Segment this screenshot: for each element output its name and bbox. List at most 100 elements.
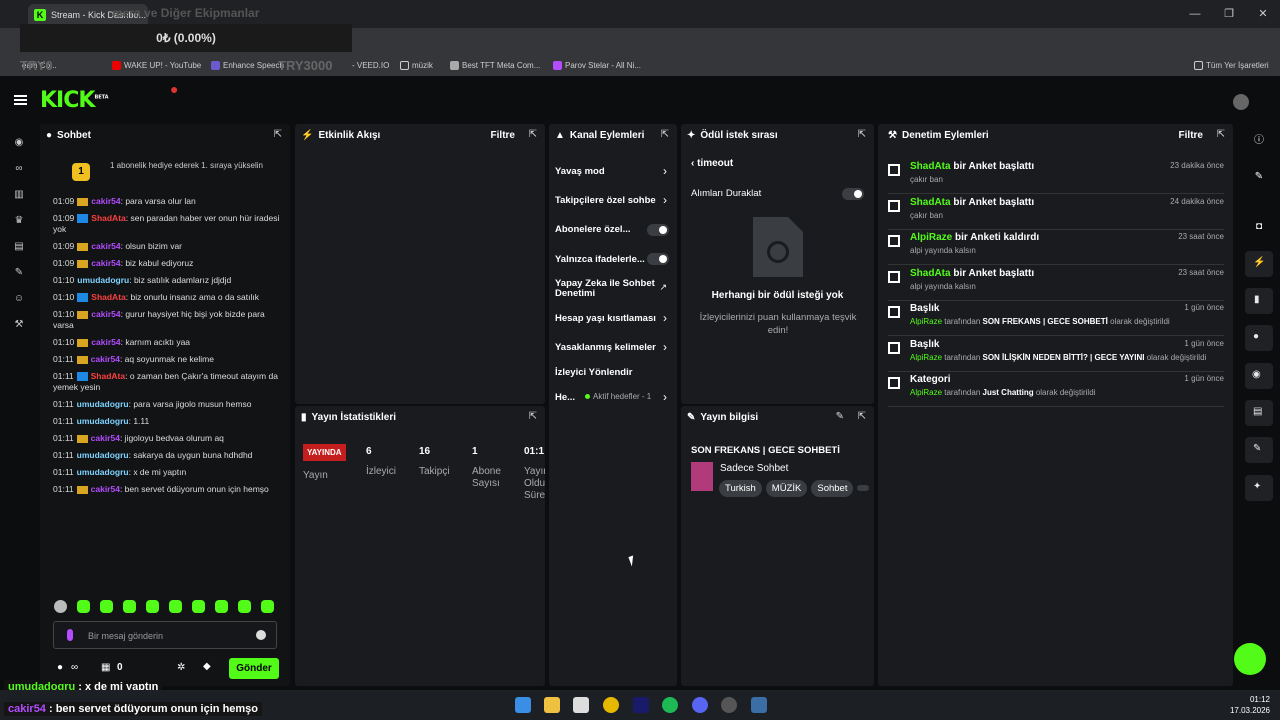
close-window-button[interactable]: ✕ xyxy=(1246,0,1280,28)
bookmark-item[interactable]: Enhance Speech xyxy=(211,61,284,70)
followers-only-item[interactable]: Takipçilere özel sohbe xyxy=(555,195,656,206)
emoji-icon[interactable] xyxy=(256,630,266,640)
banned-words-item[interactable]: Yasaklanmış kelimeler xyxy=(555,342,656,353)
store-icon[interactable] xyxy=(573,697,589,713)
chat-username[interactable]: cakir54 xyxy=(91,484,120,494)
popout-icon[interactable]: ⇱ xyxy=(858,411,866,422)
wrench-button[interactable]: ✎ xyxy=(1245,437,1273,463)
reward-button[interactable]: ✦ xyxy=(1245,475,1273,501)
chevron-right-icon[interactable]: › xyxy=(663,164,667,178)
spotify-icon[interactable] xyxy=(662,697,678,713)
menu-icon[interactable] xyxy=(14,95,27,105)
broadcast-icon[interactable]: ◉ xyxy=(12,136,26,150)
broadcast-button[interactable]: ◉ xyxy=(1245,363,1273,389)
send-button[interactable]: Gönder xyxy=(229,658,279,679)
pause-toggle[interactable] xyxy=(842,188,864,200)
chevron-right-icon[interactable]: › xyxy=(663,390,667,404)
back-button[interactable]: ‹ timeout xyxy=(691,158,733,169)
chat-username[interactable]: cakir54 xyxy=(91,196,120,206)
microphone-icon[interactable] xyxy=(67,629,73,641)
popout-icon[interactable]: ⇱ xyxy=(1217,129,1225,140)
maximize-button[interactable]: ❐ xyxy=(1212,0,1246,28)
subscribers-only-toggle[interactable] xyxy=(647,224,669,236)
chat-username[interactable]: cakir54 xyxy=(91,258,120,268)
filter-button[interactable]: Filtre xyxy=(491,130,515,141)
bot-icon[interactable]: ◆ xyxy=(203,661,211,672)
bookmark-item[interactable]: - VEED.IO xyxy=(352,61,389,70)
info-icon[interactable]: ⓘ xyxy=(1252,134,1266,148)
popout-icon[interactable]: ⇱ xyxy=(858,129,866,140)
chat-username[interactable]: cakir54 xyxy=(91,354,120,364)
emote-icon[interactable] xyxy=(54,600,67,613)
bookmark-item[interactable]: Parov Stelar - All Ni... xyxy=(553,61,641,70)
all-bookmarks[interactable]: Tüm Yer İşaretleri xyxy=(1194,61,1269,70)
chevron-right-icon[interactable]: › xyxy=(663,340,667,354)
popout-icon[interactable]: ⇱ xyxy=(529,411,537,422)
chart-icon[interactable]: ▥ xyxy=(12,188,26,202)
bookmark-item[interactable]: Best TFT Meta Com... xyxy=(450,61,540,70)
chart-icon[interactable]: ↗ xyxy=(659,282,667,293)
emote-icon[interactable] xyxy=(238,600,251,613)
chat-username[interactable]: umudadogru xyxy=(77,416,129,426)
account-age-item[interactable]: Hesap yaşı kısıtlaması xyxy=(555,313,656,324)
filter-button[interactable]: Filtre xyxy=(1179,130,1203,141)
chevron-right-icon[interactable]: › xyxy=(663,311,667,325)
chat-username[interactable]: umudadogru xyxy=(77,275,129,285)
chat-username[interactable]: umudadogru xyxy=(77,399,129,409)
emote-icon[interactable] xyxy=(261,600,274,613)
gift-icon[interactable]: ▦ xyxy=(101,662,110,673)
raid-item[interactable]: İzleyici Yönlendir xyxy=(555,367,632,378)
popout-icon[interactable]: ⇱ xyxy=(274,129,282,140)
bookmark-item[interactable]: WAKE UP! - YouTube xyxy=(112,61,201,70)
chat-username[interactable]: ShadAta xyxy=(91,292,125,302)
wrench-icon[interactable]: ✎ xyxy=(12,266,26,280)
popout-icon[interactable]: ⇱ xyxy=(661,129,669,140)
slow-mode-item[interactable]: Yavaş mod xyxy=(555,166,605,177)
goals-item[interactable]: He... xyxy=(555,392,575,403)
emote-icon[interactable] xyxy=(100,600,113,613)
settings-icon[interactable]: ✲ xyxy=(177,662,185,673)
avatar[interactable] xyxy=(1233,94,1249,110)
windows-start-icon[interactable] xyxy=(515,697,531,713)
points-icon[interactable]: ● xyxy=(57,662,63,673)
discord-icon[interactable] xyxy=(692,697,708,713)
chevron-right-icon[interactable]: › xyxy=(663,193,667,207)
link-icon[interactable]: ∞ xyxy=(12,162,26,176)
emote-icon[interactable] xyxy=(77,600,90,613)
moderator-icon[interactable]: ⚒ xyxy=(12,318,26,332)
app-icon[interactable] xyxy=(751,697,767,713)
capture-icon[interactable]: ◘ xyxy=(1252,220,1266,234)
chat-button[interactable]: ● xyxy=(1245,325,1273,351)
chrome-icon[interactable] xyxy=(603,697,619,713)
chat-username[interactable]: cakir54 xyxy=(91,337,120,347)
stats-button[interactable]: ▮ xyxy=(1245,288,1273,314)
support-button[interactable] xyxy=(1234,643,1266,675)
dashboard-button[interactable]: ▤ xyxy=(1245,400,1273,426)
emote-icon[interactable] xyxy=(215,600,228,613)
minimize-button[interactable]: — xyxy=(1178,0,1212,28)
emote-icon[interactable] xyxy=(169,600,182,613)
edit-icon[interactable]: ✎ xyxy=(836,411,844,422)
popout-icon[interactable]: ⇱ xyxy=(529,129,537,140)
ai-moderation-item[interactable]: Yapay Zeka ile Sohbet Denetimi xyxy=(555,279,655,299)
emote-icon[interactable] xyxy=(123,600,136,613)
video-icon[interactable]: ▤ xyxy=(12,240,26,254)
trophy-icon[interactable]: ♛ xyxy=(12,214,26,228)
pencil-icon[interactable]: ✎ xyxy=(1252,170,1266,184)
emote-icon[interactable] xyxy=(192,600,205,613)
chat-username[interactable]: cakir54 xyxy=(91,309,120,319)
bookmark-folder[interactable]: müzik xyxy=(400,61,433,70)
emote-icon[interactable] xyxy=(146,600,159,613)
chat-username[interactable]: umudadogru xyxy=(77,450,129,460)
file-explorer-icon[interactable] xyxy=(544,697,560,713)
chat-username[interactable]: ShadAta xyxy=(91,371,125,381)
obs-icon[interactable] xyxy=(721,697,737,713)
emote-only-toggle[interactable] xyxy=(647,253,669,265)
kick-logo[interactable]: KICKBETA xyxy=(40,88,109,113)
chat-username[interactable]: umudadogru xyxy=(77,467,129,477)
chat-input[interactable]: Bir mesaj gönderin xyxy=(53,621,277,649)
premiere-icon[interactable] xyxy=(633,697,649,713)
users-icon[interactable]: ☺ xyxy=(12,292,26,306)
chat-username[interactable]: cakir54 xyxy=(91,241,120,251)
bolt-button[interactable]: ⚡ xyxy=(1245,251,1273,277)
